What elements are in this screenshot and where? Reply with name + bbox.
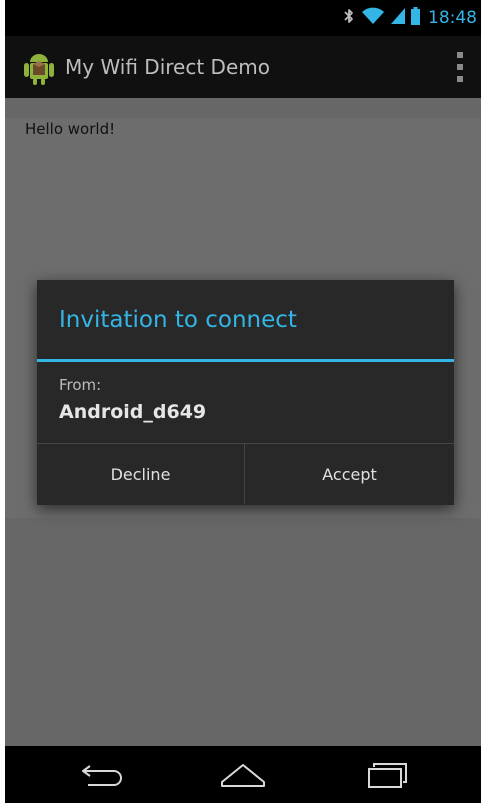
accept-button[interactable]: Accept	[245, 444, 454, 504]
back-icon[interactable]	[75, 756, 131, 794]
recent-apps-icon[interactable]	[360, 756, 416, 794]
dialog-title-divider	[37, 359, 454, 362]
wifi-icon	[361, 7, 385, 29]
cell-signal-icon	[391, 8, 405, 28]
status-icons: 18:48	[343, 0, 477, 36]
overflow-menu-icon[interactable]	[455, 52, 465, 82]
hello-text: Hello world!	[25, 120, 116, 138]
android-icon	[21, 50, 57, 86]
from-label: From:	[59, 376, 102, 394]
app-title: My Wifi Direct Demo	[65, 55, 270, 79]
status-bar: 18:48	[5, 0, 481, 36]
from-device-name: Android_d649	[59, 401, 207, 423]
home-icon[interactable]	[215, 756, 271, 794]
dialog-title: Invitation to connect	[59, 307, 297, 333]
bluetooth-icon	[343, 7, 355, 29]
navigation-bar	[5, 746, 481, 803]
status-time: 18:48	[428, 8, 477, 28]
connect-dialog: Invitation to connect From: Android_d649…	[37, 280, 454, 505]
device-screen: 18:48 My Wifi Direct Demo Hello world! I…	[5, 0, 481, 803]
action-bar: My Wifi Direct Demo	[5, 36, 481, 98]
battery-icon	[411, 7, 420, 29]
decline-button[interactable]: Decline	[37, 444, 244, 504]
